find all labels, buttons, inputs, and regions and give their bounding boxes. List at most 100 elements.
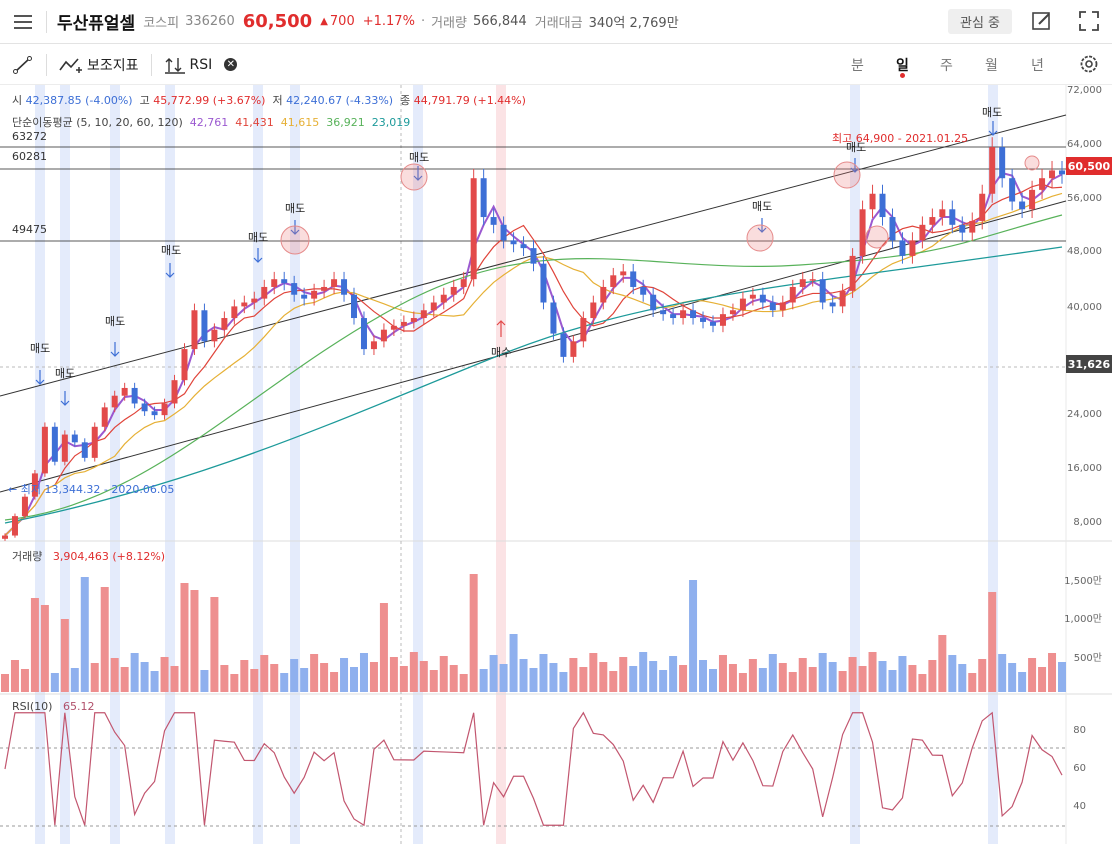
level-label-49475: 49475	[12, 223, 47, 236]
volume-bar	[10, 660, 19, 692]
volume-bar	[1038, 667, 1047, 692]
rsi-panel-value: 65.12	[62, 700, 95, 713]
volume-panel-title: 거래량 3,904,463 (+8.12%)	[12, 548, 165, 564]
volume-bar	[998, 654, 1007, 692]
candle	[111, 395, 118, 408]
candle	[470, 178, 477, 280]
volume-bar	[988, 592, 997, 692]
candle	[121, 387, 128, 396]
axis-tick: 40,000	[1067, 302, 1102, 313]
volume-bar	[1, 674, 9, 692]
axis-tick: 56,000	[1067, 193, 1102, 204]
price-chart[interactable]	[0, 85, 1112, 844]
axis-tick: 48,000	[1067, 246, 1102, 257]
volume-bar	[70, 668, 79, 692]
volume-bar	[878, 661, 887, 692]
volume-bar	[908, 665, 917, 692]
candle	[81, 442, 88, 458]
rsi-line	[4, 711, 1063, 827]
price-change-pct: +1.17%	[362, 14, 415, 29]
volume-axis-tick: 1,000만	[1064, 614, 1102, 625]
volume-bar	[359, 653, 368, 692]
edit-icon[interactable]	[1031, 10, 1053, 32]
candle	[151, 411, 158, 416]
candle	[1059, 170, 1065, 175]
axis-tick: 24,000	[1067, 409, 1102, 420]
level-label-60281: 60281	[12, 150, 47, 163]
candle	[889, 217, 896, 241]
candle	[949, 209, 956, 225]
axis-tick: 64,000	[1067, 139, 1102, 150]
stock-name[interactable]: 두산퓨얼셀	[57, 9, 135, 34]
volume-bar	[80, 577, 89, 692]
remove-indicator-icon[interactable]: ✕	[224, 58, 238, 71]
volume-bar	[788, 672, 797, 692]
candle	[899, 240, 906, 256]
candle	[480, 178, 487, 218]
volume-bar	[978, 659, 987, 692]
candle	[929, 217, 936, 225]
candle	[370, 341, 377, 350]
volume-bar	[419, 661, 428, 692]
period-minute[interactable]: 분	[851, 45, 864, 85]
period-week[interactable]: 주	[940, 45, 953, 85]
candle	[959, 224, 966, 233]
divider	[46, 10, 47, 33]
volume-bar	[110, 658, 119, 692]
volume-axis-tick: 500만	[1073, 653, 1102, 664]
candle	[879, 193, 886, 218]
volume-bar	[768, 654, 777, 692]
volume-bar	[489, 655, 498, 692]
volume-bar	[748, 659, 757, 692]
candle	[321, 286, 328, 291]
volume-bar	[539, 654, 548, 692]
candle	[11, 516, 18, 536]
sell-label: 매도	[55, 367, 76, 380]
ma-label: 단순이동평균 (5, 10, 20, 60, 120)	[12, 116, 183, 129]
divider	[150, 53, 152, 76]
level-price-tag: 31,626	[1066, 355, 1112, 373]
volume-bar	[469, 574, 478, 692]
high-label: 고	[139, 94, 150, 107]
menu-icon[interactable]	[12, 10, 36, 34]
period-day[interactable]: 일	[896, 45, 909, 85]
candle	[969, 220, 976, 233]
candle	[650, 294, 657, 311]
fullscreen-icon[interactable]	[1078, 10, 1100, 32]
favorite-button[interactable]: 관심 중	[948, 9, 1012, 34]
candle	[380, 329, 387, 342]
indicator-button[interactable]: 보조지표	[59, 55, 139, 75]
divider	[46, 53, 47, 76]
period-month[interactable]: 월	[985, 45, 998, 85]
volume-bar	[1028, 658, 1037, 692]
volume-bar	[679, 665, 688, 692]
candle	[91, 426, 98, 458]
candle	[21, 496, 28, 517]
candle	[51, 426, 58, 462]
current-price: 60,500	[242, 11, 313, 32]
candle	[211, 329, 218, 342]
volume-bar	[320, 663, 329, 692]
highlight-circle	[865, 225, 889, 249]
rsi-indicator-chip[interactable]: RSI ✕	[164, 56, 238, 74]
volume-bar	[170, 666, 179, 692]
volume-value: 566,844	[472, 14, 527, 29]
volume-bar	[798, 658, 807, 692]
volume-bar	[738, 673, 747, 692]
candle	[1049, 170, 1056, 179]
close-value: 44,791.79 (+1.44%)	[413, 94, 526, 107]
volume-bar	[649, 661, 658, 692]
volume-bar	[40, 605, 49, 692]
candle	[41, 426, 48, 474]
candle	[510, 240, 517, 245]
volume-bar	[140, 662, 149, 692]
volume-bar	[519, 659, 528, 692]
draw-line-icon[interactable]	[12, 54, 34, 76]
volume-bar	[350, 667, 359, 692]
volume-bar	[499, 664, 508, 692]
settings-icon[interactable]	[1078, 53, 1100, 75]
highlight-circle	[746, 224, 774, 252]
candle	[729, 310, 736, 315]
amount-value: 340억 2,769만	[588, 16, 679, 31]
period-year[interactable]: 년	[1031, 45, 1044, 85]
